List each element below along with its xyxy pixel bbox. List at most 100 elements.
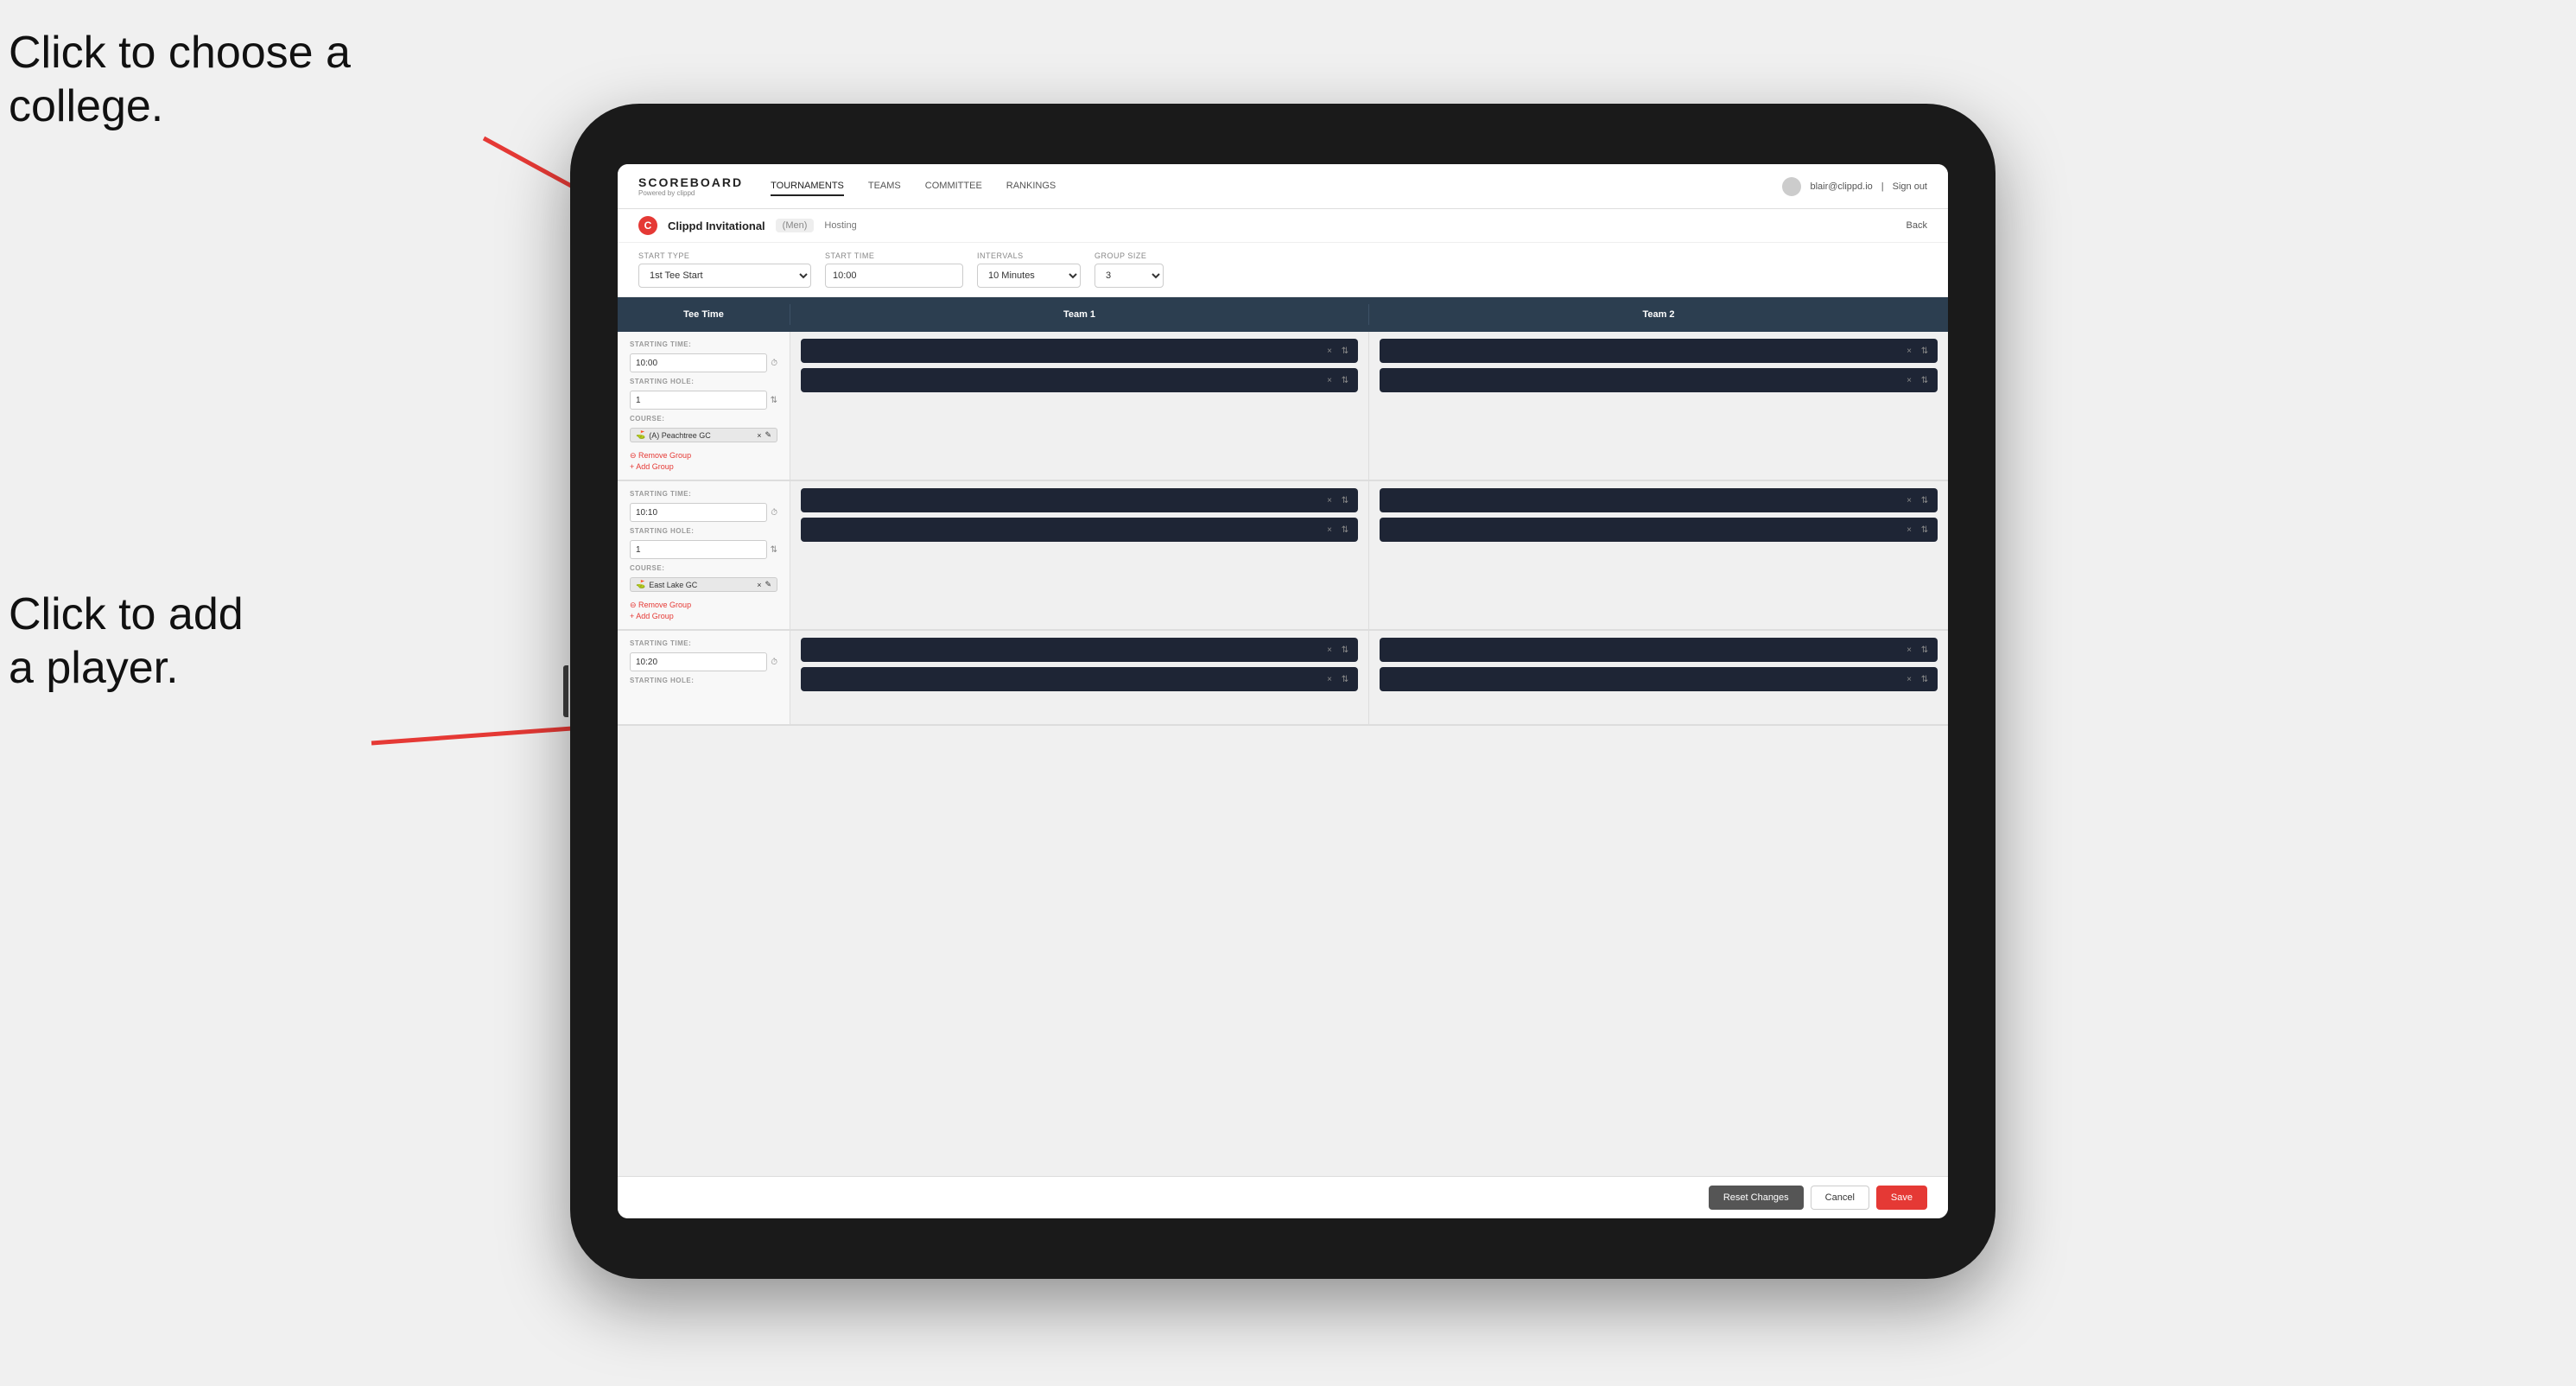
group-1-left: STARTING TIME: ⏱ STARTING HOLE: ⇅ COURSE… (618, 332, 790, 480)
nav-link-tournaments[interactable]: TOURNAMENTS (771, 177, 844, 196)
start-time-label: Start Time (825, 251, 963, 260)
avatar (1782, 177, 1801, 196)
course-remove-2[interactable]: × (757, 581, 761, 589)
player-expand-icon[interactable]: ⇅ (1919, 494, 1931, 506)
starting-hole-label-3: STARTING HOLE: (630, 677, 777, 684)
player-remove-icon[interactable]: × (1903, 644, 1915, 656)
start-type-select[interactable]: 1st Tee Start (638, 264, 811, 288)
nav-bar: SCOREBOARD Powered by clippd TOURNAMENTS… (618, 164, 1948, 209)
player-remove-icon[interactable]: × (1323, 524, 1336, 536)
starting-hole-input-1[interactable] (630, 391, 767, 410)
player-row: ×⇅ (801, 488, 1358, 512)
remove-group-1[interactable]: ⊖ Remove Group (630, 451, 777, 461)
group-row: STARTING TIME: ⏱ STARTING HOLE: ⇅ COURSE… (618, 481, 1948, 631)
starting-time-label-3: STARTING TIME: (630, 639, 777, 647)
nav-link-committee[interactable]: COMMITTEE (925, 177, 982, 196)
course-label-2: COURSE: (630, 564, 777, 572)
starting-hole-input-2[interactable] (630, 540, 767, 559)
course-badge-2[interactable]: ⛳ East Lake GC × ✎ (630, 577, 777, 592)
gender-badge: (Men) (776, 219, 815, 232)
nav-link-rankings[interactable]: RANKINGS (1006, 177, 1056, 196)
player-expand-icon[interactable]: ⇅ (1919, 374, 1931, 386)
player-expand-icon[interactable]: ⇅ (1919, 644, 1931, 656)
player-row: × ⇅ (1380, 339, 1938, 363)
table-header: Tee Time Team 1 Team 2 (618, 297, 1948, 332)
course-icon-2: ⛳ (636, 580, 645, 589)
intervals-select[interactable]: 10 Minutes (977, 264, 1081, 288)
nav-link-teams[interactable]: TEAMS (868, 177, 901, 196)
player-expand-icon[interactable]: ⇅ (1339, 644, 1351, 656)
hosting-tag: Hosting (824, 220, 856, 231)
group-2-left: STARTING TIME: ⏱ STARTING HOLE: ⇅ COURSE… (618, 481, 790, 629)
group-row: STARTING TIME: ⏱ STARTING HOLE: ×⇅ ×⇅ (618, 631, 1948, 726)
course-remove-1[interactable]: × (757, 431, 761, 440)
player-row: ×⇅ (1380, 667, 1938, 691)
course-badge-1[interactable]: ⛳ (A) Peachtree GC × ✎ (630, 428, 777, 442)
save-button[interactable]: Save (1876, 1186, 1927, 1210)
hole-icon-2: ⇅ (771, 545, 777, 555)
player-row: ×⇅ (1380, 518, 1938, 542)
group-size-select[interactable]: 3 (1094, 264, 1164, 288)
player-expand-icon[interactable]: ⇅ (1339, 524, 1351, 536)
time-icon-3: ⏱ (771, 658, 777, 667)
course-icon-1: ⛳ (636, 430, 645, 440)
player-row: × ⇅ (801, 368, 1358, 392)
start-time-input[interactable] (825, 264, 963, 288)
group-3-team2: ×⇅ ×⇅ (1369, 631, 1948, 724)
starting-hole-label-2: STARTING HOLE: (630, 527, 777, 535)
hole-icon-1: ⇅ (771, 396, 777, 405)
player-controls: × ⇅ (1903, 374, 1931, 386)
add-group-2[interactable]: + Add Group (630, 612, 777, 620)
app-logo: SCOREBOARD Powered by clippd (638, 175, 743, 197)
settings-form-row: Start Type 1st Tee Start Start Time Inte… (618, 243, 1948, 297)
starting-hole-label-1: STARTING HOLE: (630, 378, 777, 385)
group-1-actions: ⊖ Remove Group + Add Group (630, 451, 777, 471)
intervals-label: Intervals (977, 251, 1081, 260)
starting-time-label-1: STARTING TIME: (630, 340, 777, 348)
group-3-left: STARTING TIME: ⏱ STARTING HOLE: (618, 631, 790, 724)
nav-right: blair@clippd.io | Sign out (1782, 177, 1927, 196)
starting-time-input-3[interactable] (630, 652, 767, 671)
player-remove-icon[interactable]: × (1323, 644, 1336, 656)
annotation-add-player: Click to add a player. (9, 588, 244, 696)
player-expand-icon[interactable]: ⇅ (1339, 673, 1351, 685)
player-expand-icon[interactable]: ⇅ (1339, 374, 1351, 386)
clippd-logo: C (638, 216, 657, 235)
group-row: STARTING TIME: ⏱ STARTING HOLE: ⇅ COURSE… (618, 332, 1948, 481)
app-logo-title: SCOREBOARD (638, 175, 743, 189)
player-expand-icon[interactable]: ⇅ (1919, 524, 1931, 536)
group-size-group: Group Size 3 (1094, 251, 1164, 288)
player-remove-icon[interactable]: × (1323, 374, 1336, 386)
start-type-group: Start Type 1st Tee Start (638, 251, 811, 288)
intervals-group: Intervals 10 Minutes (977, 251, 1081, 288)
course-label-1: COURSE: (630, 415, 777, 423)
time-icon-2: ⏱ (771, 508, 777, 518)
player-remove-icon[interactable]: × (1903, 673, 1915, 685)
remove-group-2[interactable]: ⊖ Remove Group (630, 601, 777, 610)
player-expand-icon[interactable]: ⇅ (1339, 494, 1351, 506)
schedule-table: Tee Time Team 1 Team 2 STARTING TIME: ⏱ … (618, 297, 1948, 1176)
player-remove-icon[interactable]: × (1903, 494, 1915, 506)
player-expand-icon[interactable]: ⇅ (1919, 345, 1931, 357)
player-row: ×⇅ (1380, 488, 1938, 512)
player-remove-icon[interactable]: × (1323, 673, 1336, 685)
cancel-button[interactable]: Cancel (1811, 1186, 1869, 1210)
add-group-1[interactable]: + Add Group (630, 462, 777, 471)
player-remove-icon[interactable]: × (1903, 524, 1915, 536)
player-row: × ⇅ (801, 339, 1358, 363)
back-button[interactable]: Back (1907, 220, 1927, 231)
team1-header: Team 1 (790, 304, 1369, 325)
course-edit-2[interactable]: ✎ (765, 580, 771, 589)
player-row: ×⇅ (1380, 638, 1938, 662)
player-remove-icon[interactable]: × (1323, 494, 1336, 506)
reset-changes-button[interactable]: Reset Changes (1709, 1186, 1804, 1210)
player-expand-icon[interactable]: ⇅ (1919, 673, 1931, 685)
player-remove-icon[interactable]: × (1323, 345, 1336, 357)
player-remove-icon[interactable]: × (1903, 374, 1915, 386)
player-expand-icon[interactable]: ⇅ (1339, 345, 1351, 357)
starting-time-input-1[interactable] (630, 353, 767, 372)
sign-out-link[interactable]: Sign out (1893, 181, 1927, 192)
player-remove-icon[interactable]: × (1903, 345, 1915, 357)
course-edit-1[interactable]: ✎ (765, 430, 771, 440)
starting-time-input-2[interactable] (630, 503, 767, 522)
